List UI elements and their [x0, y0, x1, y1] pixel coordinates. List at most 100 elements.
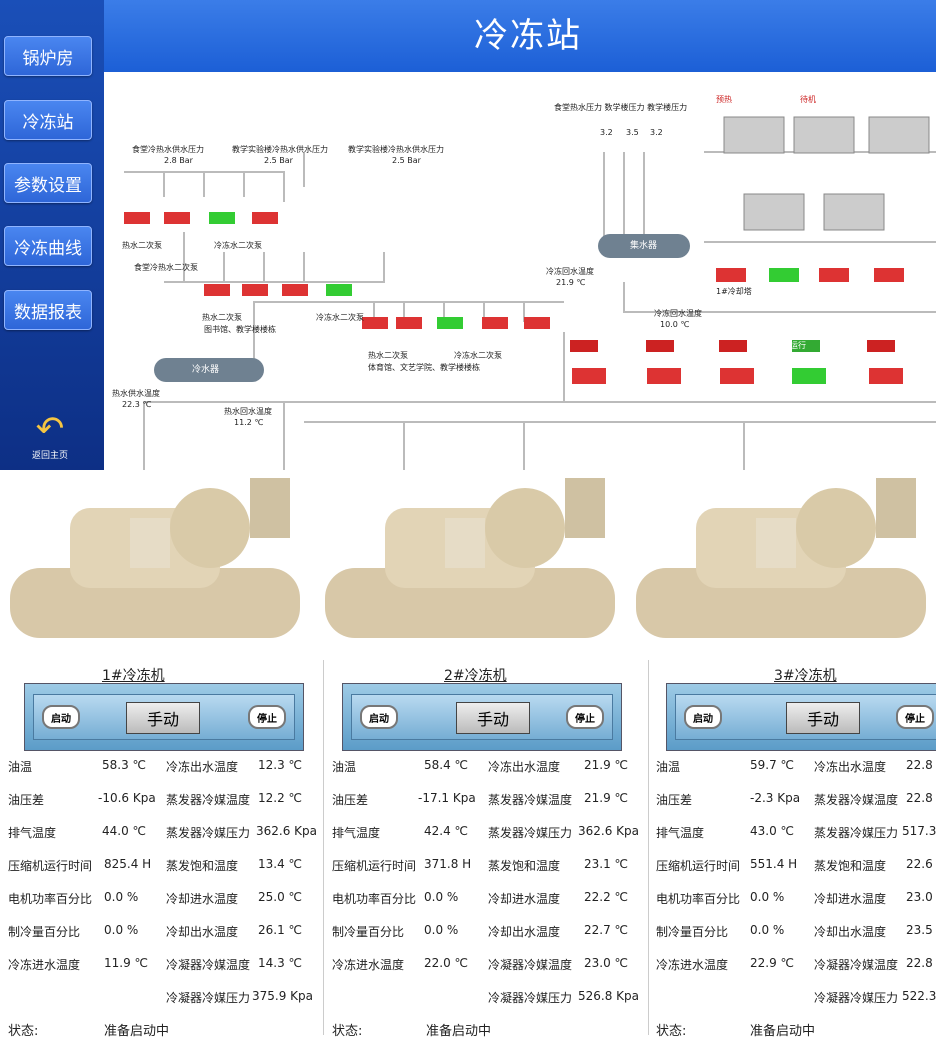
chiller-3-start-button[interactable]: 启动: [684, 705, 722, 729]
pump-group-label-8: 冷冻水二次泵: [454, 351, 502, 360]
param-value: -17.1 Kpa: [418, 791, 476, 805]
nav-chiller-curves[interactable]: 冷冻曲线: [4, 226, 92, 266]
chiller-3-manual-button[interactable]: 手动: [786, 702, 860, 734]
page-title: 冷冻站: [474, 16, 582, 56]
status-label: 状态:: [8, 1024, 39, 1039]
chiller-2-start-button[interactable]: 启动: [360, 705, 398, 729]
param-value: 23.5: [906, 923, 933, 937]
pump-group-label-1: 热水二次泵: [122, 241, 162, 250]
param-name: 压缩机运行时间: [8, 859, 93, 873]
return-temp-value: 21.9 ℃: [556, 278, 586, 287]
back-home-label: 返回主页: [31, 451, 68, 461]
nav-parameter-settings[interactable]: 参数设置: [4, 163, 92, 203]
chiller-2-title: 2#冷冻机: [444, 668, 507, 684]
chiller-3-image: [636, 478, 926, 638]
param-name: 电机功率百分比: [656, 892, 741, 906]
chiller-2-image: [325, 478, 615, 638]
chiller-3-stop-button[interactable]: 停止: [896, 705, 934, 729]
param-value: 23.0: [906, 890, 933, 904]
param-value: 22.8: [906, 956, 933, 970]
param-value: -10.6 Kpa: [98, 791, 156, 805]
status-value: 准备启动中: [750, 1024, 816, 1039]
control-bar: 启动 手动 停止: [675, 694, 936, 740]
pressure-b: 3.5: [626, 128, 639, 137]
pump-running-badge: 运行: [790, 341, 806, 350]
pump-badge: 待机: [800, 95, 816, 104]
param-name: 油压差: [656, 793, 693, 807]
param-value: 26.1 ℃: [258, 923, 303, 937]
param-value: 522.3: [902, 989, 936, 1003]
param-value: 58.4 ℃: [424, 758, 469, 772]
param-name: 蒸发器冷媒压力: [166, 826, 251, 840]
pressure-value-1: 2.8 Bar: [164, 156, 193, 165]
pump-group-label-7: 热水二次泵: [368, 351, 408, 360]
param-name: 冷凝器冷媒压力: [814, 991, 899, 1005]
param-name: 电机功率百分比: [8, 892, 93, 906]
param-name: 排气温度: [8, 826, 57, 840]
collector-tank-label: 集水器: [630, 241, 658, 251]
param-name: 蒸发器冷媒温度: [166, 793, 251, 807]
param-value: 21.9 ℃: [584, 791, 629, 805]
pump-group-label-3: 食堂冷热水二次泵: [134, 263, 198, 272]
param-value: 12.2 ℃: [258, 791, 303, 805]
param-value: 12.3 ℃: [258, 758, 303, 772]
column-divider: [323, 660, 324, 1035]
header-bar: 冷冻站: [0, 0, 936, 72]
param-value: -2.3 Kpa: [750, 791, 801, 805]
param-name: 冷却进水温度: [166, 892, 239, 906]
chiller-1-title: 1#冷冻机: [102, 668, 165, 684]
param-name: 蒸发器冷媒压力: [814, 826, 899, 840]
pump-group-label-2: 冷冻水二次泵: [214, 241, 262, 250]
param-value: 23.1 ℃: [584, 857, 629, 871]
param-value: 22.0 ℃: [424, 956, 469, 970]
param-value: 526.8 Kpa: [578, 989, 640, 1003]
param-name: 蒸发饱和温度: [488, 859, 561, 873]
param-value: 22.9 ℃: [750, 956, 795, 970]
param-value: 22.7 ℃: [584, 923, 629, 937]
chiller-3-title: 3#冷冻机: [774, 668, 837, 684]
param-value: 22.6: [906, 857, 933, 871]
pressure-label-3: 教学实验楼冷热水供水压力: [348, 145, 444, 154]
param-name: 电机功率百分比: [332, 892, 417, 906]
return-temp-label: 冷冻回水温度: [546, 267, 594, 276]
chiller-2-manual-button[interactable]: 手动: [456, 702, 530, 734]
pump-group-label-4: 热水二次泵: [202, 313, 242, 322]
param-name: 冷冻进水温度: [656, 958, 729, 972]
back-home-button[interactable]: ↶ 返回主页: [12, 410, 88, 470]
param-name: 冷凝器冷媒温度: [814, 958, 899, 972]
cold-tank-label: 冷水器: [192, 365, 220, 375]
nav-chiller-station[interactable]: 冷冻站: [4, 100, 92, 140]
chiller-1-control-panel: 启动 手动 停止: [24, 683, 304, 751]
column-divider: [648, 660, 649, 1035]
param-name: 油压差: [332, 793, 369, 807]
param-value: 362.6 Kpa: [256, 824, 318, 838]
param-value: 23.0 ℃: [584, 956, 629, 970]
pressure-a: 3.2: [600, 128, 613, 137]
param-name: 冷冻出水温度: [814, 760, 887, 774]
pressure-label-1: 食堂冷热水供水压力: [132, 145, 204, 154]
param-value: 42.4 ℃: [424, 824, 469, 838]
param-name: 制冷量百分比: [332, 925, 405, 939]
param-name: 蒸发器冷媒压力: [488, 826, 573, 840]
pressure-value-2: 2.5 Bar: [264, 156, 293, 165]
nav-data-reports[interactable]: 数据报表: [4, 290, 92, 330]
param-value: 22.8: [906, 791, 933, 805]
chiller-1-stop-button[interactable]: 停止: [248, 705, 286, 729]
pressure-c: 3.2: [650, 128, 663, 137]
back-arrow-icon: ↶: [35, 409, 65, 449]
plant-schematic: 冷水器 集水器 食堂冷热水供水压力 2.8 Bar 教学实验楼冷热水供水压力 2…: [104, 72, 936, 470]
hot-supply-value: 22.3 ℃: [122, 400, 152, 409]
chiller-1-manual-button[interactable]: 手动: [126, 702, 200, 734]
param-name: 压缩机运行时间: [332, 859, 417, 873]
param-value: 362.6 Kpa: [578, 824, 640, 838]
param-name: 制冷量百分比: [656, 925, 729, 939]
param-value: 13.4 ℃: [258, 857, 303, 871]
chiller-1-start-button[interactable]: 启动: [42, 705, 80, 729]
chiller-1-image: [10, 478, 300, 638]
param-value: 0.0 %: [104, 890, 139, 904]
param-name: 油温: [656, 760, 681, 774]
param-value: 44.0 ℃: [102, 824, 147, 838]
chiller-2-stop-button[interactable]: 停止: [566, 705, 604, 729]
param-value: 517.3: [902, 824, 936, 838]
nav-boiler-room[interactable]: 锅炉房: [4, 36, 92, 76]
